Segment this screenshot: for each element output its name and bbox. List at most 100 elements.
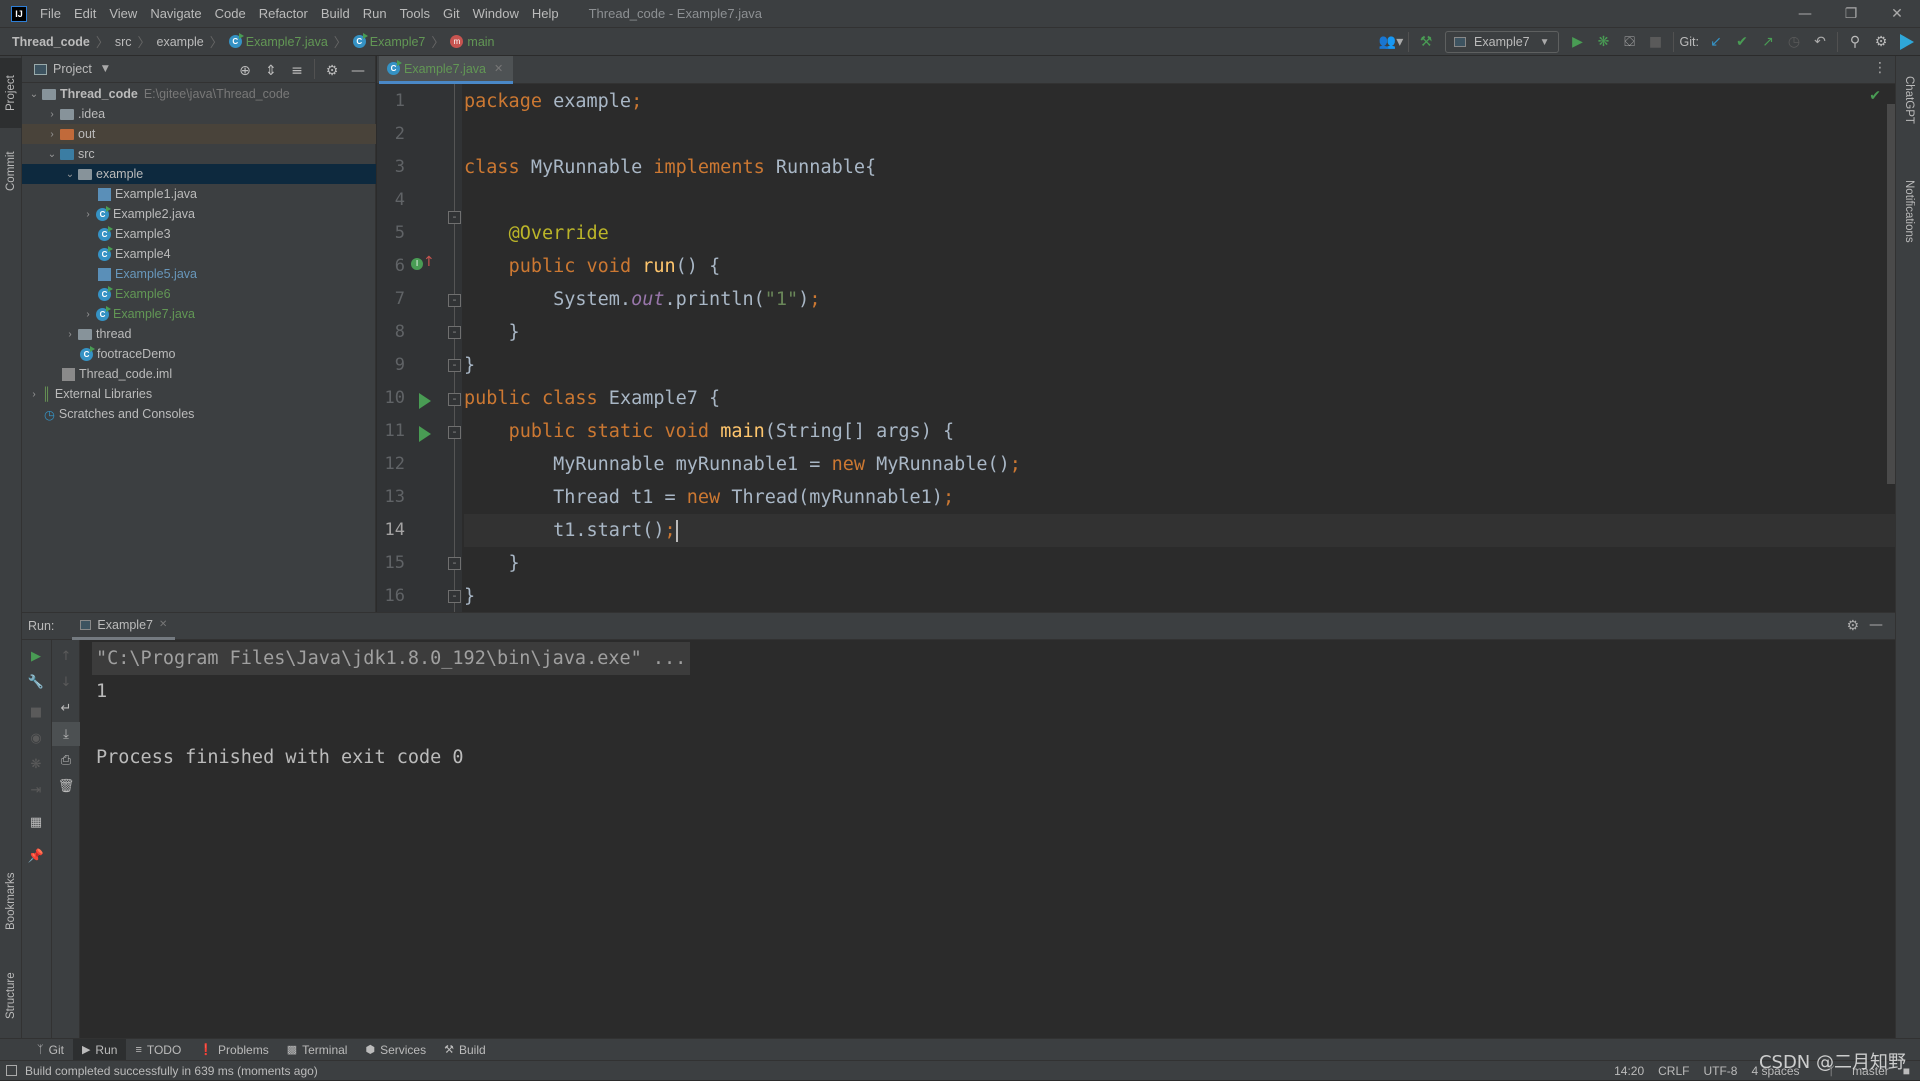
exit-button[interactable]: ⇥ [22,778,50,802]
chevron-right-icon[interactable]: › [44,109,60,120]
close-tab-icon[interactable]: ✕ [494,62,503,75]
fold-marker-icon[interactable]: - [448,326,461,339]
hide-panel-button[interactable]: — [345,59,371,83]
tool-window-run[interactable]: ▶ Run [72,1038,127,1061]
account-button[interactable]: 👥▾ [1378,30,1404,54]
run-class-icon[interactable] [419,393,431,409]
line-number[interactable]: 16 [377,586,405,606]
code-line[interactable]: @Override [464,217,609,250]
tree-item-footracedemo[interactable]: C footraceDemo [22,344,376,364]
fold-marker-icon[interactable]: - [448,590,461,603]
settings-button[interactable]: ⚙ [1868,30,1894,54]
line-number[interactable]: 2 [377,124,405,144]
line-number[interactable]: 5 [377,223,405,243]
chevron-right-icon[interactable]: › [80,209,96,220]
tree-item-thread[interactable]: › thread [22,324,376,344]
git-push-button[interactable]: ↗ [1755,30,1781,54]
line-number[interactable]: 6 [377,256,405,276]
gear-icon[interactable]: ⚙ [1846,618,1859,634]
menu-window[interactable]: Window [473,6,519,21]
tool-window-terminal[interactable]: ▩ Terminal [278,1039,357,1061]
layout-button[interactable]: ▦ [22,810,50,834]
line-number[interactable]: 15 [377,553,405,573]
code-with-me-button[interactable] [1894,30,1920,54]
tree-item-example2[interactable]: › C Example2.java [22,204,376,224]
tree-item-example7[interactable]: › C Example7.java [22,304,376,324]
tool-window-build[interactable]: ⚒ Build [435,1039,495,1061]
menu-build[interactable]: Build [321,6,350,21]
status-message[interactable]: Build completed successfully in 639 ms (… [25,1064,318,1078]
menu-git[interactable]: Git [443,6,460,21]
git-commit-button[interactable]: ✔ [1729,30,1755,54]
tool-window-problems[interactable]: ❗ Problems [190,1039,277,1061]
panel-options-button[interactable]: ⚙ [319,59,345,83]
menu-edit[interactable]: Edit [74,6,96,21]
tool-window-bookmarks[interactable]: Bookmarks [0,856,22,946]
minimize-button[interactable]: — [1782,0,1828,27]
git-rollback-button[interactable]: ↶ [1807,30,1833,54]
next-occurrence-button[interactable]: ↓ [52,670,80,694]
collapse-all-button[interactable]: ≡ [284,59,310,83]
print-button[interactable]: ⎙ [52,748,80,772]
run-configuration-select[interactable]: Example7 ▼ [1445,31,1559,53]
code-line[interactable]: } [464,547,520,580]
line-number[interactable]: 8 [377,322,405,342]
fold-marker-icon[interactable]: - [448,557,461,570]
menu-navigate[interactable]: Navigate [150,6,201,21]
modify-run-config-button[interactable]: 🔧 [22,670,50,694]
restore-button[interactable]: ❐ [1828,0,1874,27]
fold-marker-icon[interactable]: - [448,393,461,406]
run-button[interactable]: ▶ [1565,30,1591,54]
fold-marker-icon[interactable]: - [448,359,461,372]
select-opened-file-button[interactable]: ⊕ [232,59,258,83]
tool-window-todo[interactable]: ≡ TODO [126,1039,190,1061]
more-options-icon[interactable]: ⋮ [1873,60,1887,76]
line-number[interactable]: 10 [377,388,405,408]
file-encoding[interactable]: UTF-8 [1703,1064,1737,1078]
no-problems-checkmark-icon[interactable]: ✔ [1869,88,1881,104]
line-number[interactable]: 4 [377,190,405,210]
thread-dump-button[interactable]: ◉ [22,726,50,750]
code-editor[interactable]: 1 2 3 4 5 6 7 8 9 10 11 12 13 14 15 16 I ↑ - - - - - - … [377,84,1895,612]
code-line[interactable]: System.out.println("1"); [464,283,820,316]
breadcrumb-file[interactable]: C Example7.java [228,33,328,49]
breadcrumb-method[interactable]: m main [450,35,495,49]
code-line[interactable]: package example; [464,85,642,118]
fold-marker-icon[interactable]: - [448,426,461,439]
chevron-down-icon[interactable]: ⌄ [62,169,78,180]
chevron-right-icon[interactable]: › [26,389,42,400]
menu-file[interactable]: File [40,6,61,21]
tool-window-commit[interactable]: Commit [0,136,22,206]
tool-window-chatgpt[interactable]: ChatGPT [1898,60,1920,140]
pin-tab-button[interactable]: 📌 [22,844,50,868]
code-line[interactable]: } [464,580,475,612]
tree-item-example[interactable]: ⌄ example [22,164,376,184]
tree-item-example6[interactable]: C Example6 [22,284,376,304]
tree-item-external-libraries[interactable]: › ║ External Libraries [22,384,376,404]
run-console[interactable]: "C:\Program Files\Java\jdk1.8.0_192\bin\… [80,640,1895,1038]
attach-debugger-button[interactable]: ❋ [22,752,50,776]
tree-item-scratches[interactable]: ◷ Scratches and Consoles [22,404,376,424]
menu-tools[interactable]: Tools [400,6,430,21]
code-line[interactable]: MyRunnable myRunnable1 = new MyRunnable(… [464,448,1021,481]
breadcrumb-class[interactable]: C Example7 [352,33,425,49]
tree-item-example4[interactable]: C Example4 [22,244,376,264]
git-update-button[interactable]: ↙ [1703,30,1729,54]
tool-window-notifications[interactable]: Notifications [1898,156,1920,266]
line-number[interactable]: 11 [377,421,405,441]
code-line[interactable]: } [464,316,520,349]
chevron-right-icon[interactable]: › [62,329,78,340]
code-line[interactable]: public static void main(String[] args) { [464,415,955,448]
tool-window-services[interactable]: ⬢ Services [356,1039,435,1061]
chevron-down-icon[interactable]: ⌄ [26,89,42,100]
chevron-right-icon[interactable]: › [44,129,60,140]
stop-button[interactable]: ■ [22,700,50,724]
close-tab-icon[interactable]: ✕ [159,619,167,630]
fold-marker-icon[interactable]: - [448,211,461,224]
run-main-icon[interactable] [419,426,431,442]
tool-window-git[interactable]: ᛉ Git [28,1039,73,1061]
menu-refactor[interactable]: Refactor [259,6,308,21]
debug-button[interactable]: ❋ [1591,30,1617,54]
scroll-to-end-button[interactable]: ⤓ [52,722,80,746]
line-number[interactable]: 13 [377,487,405,507]
